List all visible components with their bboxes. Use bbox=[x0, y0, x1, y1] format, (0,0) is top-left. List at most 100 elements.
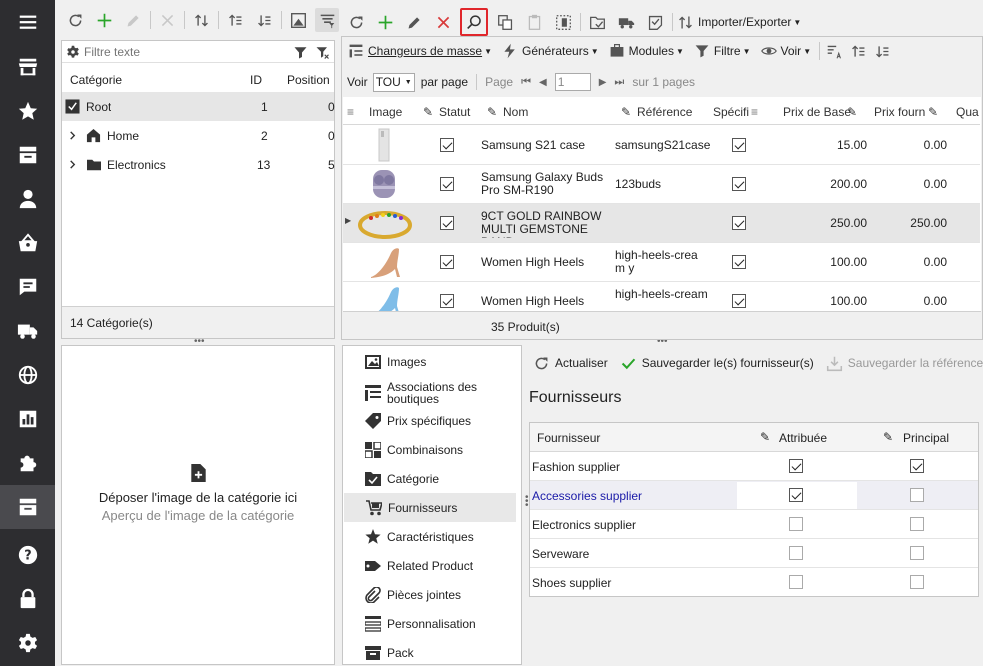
sidebar-item-catalog[interactable] bbox=[0, 485, 55, 529]
category-image-button[interactable] bbox=[286, 8, 310, 32]
column-header-assigned[interactable]: Attribuée bbox=[779, 431, 827, 445]
supplier-row[interactable]: Fashion supplier bbox=[530, 452, 978, 481]
assigned-checkbox[interactable] bbox=[789, 575, 803, 589]
menu-item-attachments[interactable]: Pièces jointes bbox=[343, 580, 521, 609]
main-checkbox[interactable] bbox=[910, 546, 924, 560]
filter-menu[interactable]: Filtre ▼ bbox=[694, 43, 751, 59]
category-edit-button[interactable] bbox=[121, 8, 145, 32]
product-approve-button[interactable] bbox=[643, 10, 667, 34]
specific-checkbox[interactable] bbox=[732, 216, 746, 230]
view-menu[interactable]: Voir ▼ bbox=[760, 43, 811, 59]
main-checkbox[interactable] bbox=[910, 517, 924, 531]
filter-icon[interactable] bbox=[293, 45, 308, 60]
menu-item-suppliers[interactable]: Fournisseurs bbox=[344, 493, 516, 522]
menu-item-pack[interactable]: Pack bbox=[343, 638, 521, 664]
product-duplicate-button[interactable] bbox=[493, 10, 517, 34]
row-menu-icon[interactable]: ≡ bbox=[347, 105, 354, 119]
sidebar-item-cart[interactable] bbox=[0, 221, 55, 265]
product-refresh-button[interactable] bbox=[344, 10, 368, 34]
product-row[interactable]: ▶ 9CT GOLD RAINBOW MULTI GEMSTONE BAND 2… bbox=[343, 204, 980, 243]
menu-item-related-product[interactable]: Related Product bbox=[343, 551, 521, 580]
column-header-image[interactable]: Image bbox=[369, 105, 402, 119]
product-edit-button[interactable] bbox=[402, 10, 426, 34]
category-filter-toggle-button[interactable] bbox=[315, 8, 339, 32]
sidebar-item-store[interactable] bbox=[0, 45, 55, 89]
column-header-supplier[interactable]: Fournisseur bbox=[537, 431, 600, 445]
menu-item-images[interactable]: Images bbox=[343, 347, 521, 376]
chevron-right-icon[interactable] bbox=[68, 131, 77, 140]
specific-checkbox[interactable] bbox=[732, 294, 746, 308]
sidebar-item-orders[interactable] bbox=[0, 133, 55, 177]
sidebar-item-messages[interactable] bbox=[0, 265, 55, 309]
column-header-quantity[interactable]: Qua bbox=[956, 105, 979, 119]
save-reference-button[interactable]: Sauvegarder la référence bbox=[826, 355, 983, 372]
product-collapse-button[interactable] bbox=[872, 39, 892, 63]
assigned-checkbox[interactable] bbox=[789, 517, 803, 531]
sidebar-item-favorites[interactable] bbox=[0, 89, 55, 133]
category-move-button[interactable] bbox=[189, 8, 213, 32]
status-checkbox[interactable] bbox=[440, 294, 454, 308]
chevron-right-icon[interactable] bbox=[68, 160, 77, 169]
product-move-category-button[interactable] bbox=[585, 10, 609, 34]
sidebar-item-security[interactable] bbox=[0, 577, 55, 621]
column-header-specific[interactable]: Spécifi bbox=[713, 105, 749, 119]
menu-item-specific-prices[interactable]: Prix spécifiques bbox=[343, 406, 521, 435]
assigned-checkbox[interactable] bbox=[789, 459, 803, 473]
column-header-base-price[interactable]: Prix de Base bbox=[783, 105, 851, 119]
per-page-select[interactable]: TOU ▼ bbox=[372, 72, 415, 92]
product-search-button[interactable] bbox=[460, 8, 488, 36]
category-expand-button[interactable] bbox=[223, 8, 247, 32]
menu-item-features[interactable]: Caractéristiques bbox=[343, 522, 521, 551]
page-input[interactable] bbox=[554, 73, 591, 91]
supplier-row[interactable]: Shoes supplier bbox=[530, 568, 978, 597]
specific-checkbox[interactable] bbox=[732, 138, 746, 152]
column-header-name[interactable]: Nom bbox=[503, 105, 528, 119]
product-row[interactable]: Samsung S21 case samsungS21case 15.00 0.… bbox=[343, 126, 980, 165]
refresh-suppliers-button[interactable]: Actualiser bbox=[533, 355, 608, 372]
menu-item-customization[interactable]: Personnalisation bbox=[343, 609, 521, 638]
horizontal-splitter[interactable]: ••• bbox=[194, 337, 205, 347]
status-checkbox[interactable] bbox=[440, 138, 454, 152]
category-delete-button[interactable] bbox=[155, 8, 179, 32]
filter-clear-icon[interactable] bbox=[315, 45, 330, 60]
menu-item-shop-associations[interactable]: Associations des boutiques bbox=[343, 376, 521, 409]
product-row[interactable]: Samsung Galaxy Buds Pro SM-R190 123buds … bbox=[343, 165, 980, 204]
column-header-supplier-price[interactable]: Prix fourn bbox=[874, 105, 925, 119]
sidebar-item-settings[interactable] bbox=[0, 621, 55, 665]
product-add-button[interactable] bbox=[373, 10, 397, 34]
sidebar-item-stats[interactable] bbox=[0, 397, 55, 441]
main-checkbox[interactable] bbox=[910, 575, 924, 589]
category-refresh-button[interactable] bbox=[63, 8, 87, 32]
sidebar-item-help[interactable]: ? bbox=[0, 533, 55, 577]
sidebar-item-modules[interactable] bbox=[0, 441, 55, 485]
sidebar-item-international[interactable] bbox=[0, 353, 55, 397]
assigned-checkbox[interactable] bbox=[789, 546, 803, 560]
gear-icon[interactable] bbox=[66, 45, 80, 59]
sidebar-menu-toggle[interactable] bbox=[0, 0, 55, 44]
first-page-icon[interactable]: ⏮ bbox=[521, 76, 531, 89]
generators-menu[interactable]: Générateurs ▼ bbox=[502, 43, 599, 59]
status-checkbox[interactable] bbox=[440, 177, 454, 191]
horizontal-splitter[interactable]: ••• bbox=[657, 337, 668, 347]
supplier-row[interactable]: Serveware bbox=[530, 539, 978, 568]
category-add-button[interactable] bbox=[92, 8, 116, 32]
modules-menu[interactable]: Modules ▼ bbox=[609, 43, 684, 59]
main-checkbox[interactable] bbox=[910, 488, 924, 502]
category-row-root[interactable]: Root 1 0 bbox=[62, 92, 335, 121]
column-header-id[interactable]: ID bbox=[250, 73, 262, 87]
sidebar-item-customers[interactable] bbox=[0, 177, 55, 221]
main-checkbox[interactable] bbox=[910, 459, 924, 473]
product-row[interactable]: Women High Heels high-heels-cream 100.00… bbox=[343, 282, 980, 311]
status-checkbox[interactable] bbox=[440, 255, 454, 269]
category-collapse-button[interactable] bbox=[252, 8, 276, 32]
product-shipping-button[interactable] bbox=[614, 10, 638, 34]
status-checkbox[interactable] bbox=[440, 216, 454, 230]
mass-changers-menu[interactable]: Changeurs de masse ▼ bbox=[348, 43, 492, 59]
supplier-row-selected[interactable]: Accessories supplier bbox=[530, 481, 978, 510]
column-header-main[interactable]: Principal bbox=[903, 431, 949, 445]
category-row-home[interactable]: Home 2 0 bbox=[62, 121, 335, 150]
category-image-dropzone[interactable]: Déposer l'image de la catégorie ici Aper… bbox=[61, 345, 335, 665]
prev-page-icon[interactable]: ◀ bbox=[539, 77, 547, 88]
product-row[interactable]: Women High Heels high-heels-cream y 100.… bbox=[343, 243, 980, 282]
column-header-position[interactable]: Position bbox=[287, 73, 330, 87]
